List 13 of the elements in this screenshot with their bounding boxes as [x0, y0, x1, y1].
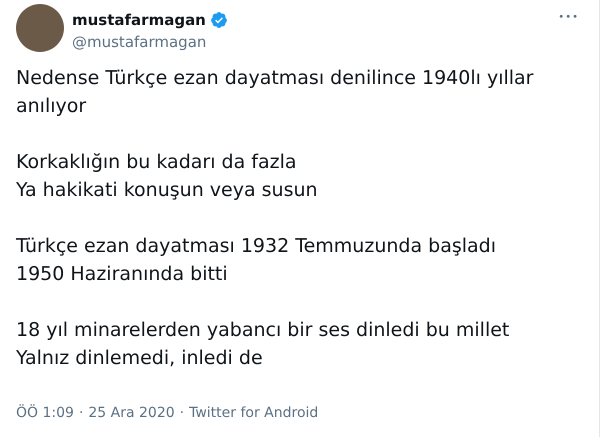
- tweet-source[interactable]: Twitter for Android: [189, 405, 318, 421]
- more-options-button[interactable]: •••: [554, 10, 583, 25]
- separator-dot: ·: [180, 405, 184, 421]
- author-handle[interactable]: @mustafarmagan: [72, 33, 228, 51]
- avatar-photo-placeholder[interactable]: [16, 4, 64, 52]
- tweet-paragraph: Korkaklığın bu kadarı da fazla Ya hakikati konuşun veya susun: [16, 150, 318, 203]
- tweet-paragraph: Nedense Türkçe ezan dayatması denilince 1940lı yıllar anılıyor: [16, 66, 534, 119]
- tweet-date[interactable]: 25 Ara 2020: [88, 405, 175, 421]
- tweet-paragraph: 18 yıl minarelerden yabancı bir ses dinledi bu millet Yalnız dinlemedi, inledi de: [16, 318, 510, 371]
- tweet-time[interactable]: ÖÖ 1:09: [16, 405, 74, 421]
- separator-dot: ·: [78, 405, 84, 421]
- author-name[interactable]: mustafarmagan: [72, 11, 206, 29]
- tweet-paragraph: Türkçe ezan dayatması 1932 Temmuzunda başladı 1950 Haziranında bitti: [16, 234, 496, 287]
